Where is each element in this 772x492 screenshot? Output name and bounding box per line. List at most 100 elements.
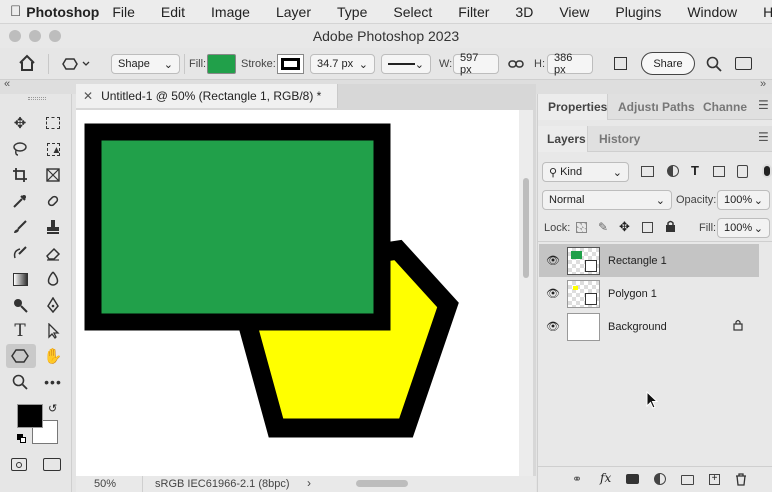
lock-pixels-icon[interactable]: ✎ [598,220,608,234]
visibility-eye-icon[interactable]: 👁 [539,254,567,267]
menu-3d[interactable]: 3D [515,4,533,20]
polygon-shape-tool-icon[interactable] [9,345,31,367]
pen-tool-icon[interactable] [42,294,64,316]
layer-row-polygon[interactable]: 👁 Polygon 1 [539,277,759,310]
apple-icon[interactable]:  [10,3,21,20]
menu-filter[interactable]: Filter [458,4,489,20]
default-colors-icon[interactable] [17,434,26,443]
swap-colors-icon[interactable]: ↺ [48,402,57,415]
visibility-eye-icon[interactable]: 👁 [539,287,567,300]
crop-tool-icon[interactable] [9,164,31,186]
stroke-width-field[interactable]: 34.7 px ⌄ [310,54,375,74]
menu-plugins[interactable]: Plugins [615,4,661,20]
link-icon[interactable] [508,57,524,74]
lock-transparency-icon[interactable] [576,222,587,233]
tab-channels[interactable]: Channe [703,100,747,114]
object-select-icon[interactable]: ▲ [42,138,64,160]
menu-edit[interactable]: Edit [161,4,185,20]
fill-swatch[interactable] [207,54,236,74]
menu-window[interactable]: Window [687,4,737,20]
grip-handle[interactable] [28,97,46,100]
adjustment-filter-icon[interactable] [667,165,679,177]
history-brush-icon[interactable] [9,242,31,264]
shape-filter-icon[interactable] [713,166,725,177]
brush-tool-icon[interactable] [9,216,31,238]
horizontal-scroll-thumb[interactable] [356,480,408,487]
type-tool-icon[interactable]: T [9,320,31,342]
lock-artboard-icon[interactable] [642,222,653,233]
menu-file[interactable]: File [112,4,135,20]
width-field[interactable]: 597 px [453,52,499,76]
new-layer-icon[interactable]: + [709,474,720,485]
healing-brush-icon[interactable] [42,190,64,212]
gradient-tool-icon[interactable] [9,268,31,290]
zoom-level[interactable]: 50% [94,478,116,490]
menu-layer[interactable]: Layer [276,4,311,20]
kind-filter-select[interactable]: ⚲ Kind ⌄ [542,162,629,182]
quick-mask-icon[interactable] [11,458,27,471]
menu-type[interactable]: Type [337,4,367,20]
visibility-eye-icon[interactable]: 👁 [539,320,567,333]
layer-row-background[interactable]: 👁 Background [539,310,759,343]
document-canvas[interactable] [76,110,519,476]
dodge-tool-icon[interactable] [9,294,31,316]
more-tools-icon[interactable]: ••• [42,371,64,393]
blur-tool-icon[interactable] [42,268,64,290]
lock-all-icon[interactable] [665,220,676,236]
menu-view[interactable]: View [559,4,589,20]
new-group-icon[interactable] [681,475,694,485]
collapse-left-icon[interactable]: « [4,78,10,90]
menu-help[interactable]: Help [763,4,772,20]
path-operations-icon[interactable] [614,57,627,70]
move-tool-icon[interactable]: ✥ [9,112,31,134]
tab-properties[interactable]: Properties [548,100,607,114]
adjustment-layer-icon[interactable] [654,473,666,485]
menu-image[interactable]: Image [211,4,250,20]
height-field[interactable]: 386 px [547,52,593,76]
image-filter-icon[interactable] [641,166,654,177]
collapse-right-icon[interactable]: » [760,78,766,90]
type-filter-icon[interactable]: T [691,163,699,178]
blend-mode-select[interactable]: Normal ⌄ [542,190,672,210]
tab-layers[interactable]: Layers [547,132,586,146]
home-icon[interactable] [18,54,36,75]
share-button[interactable]: Share [641,52,695,75]
polygon-tool-icon[interactable] [62,56,90,75]
close-tab-icon[interactable]: ✕ [83,89,93,103]
stroke-type-select[interactable]: ⌄ [381,54,431,74]
zoom-tool-icon[interactable] [9,371,31,393]
workspace-icon[interactable] [735,57,752,70]
screen-mode-icon[interactable] [43,458,61,471]
lasso-tool-icon[interactable] [9,138,31,160]
eraser-icon[interactable] [42,242,64,264]
panel-menu-icon[interactable]: ☰ [758,130,769,144]
tab-adjustments[interactable]: Adjustı [618,100,659,114]
delete-layer-icon[interactable] [735,473,747,489]
clone-stamp-icon[interactable] [42,216,64,238]
opacity-field[interactable]: 100% ⌄ [717,190,770,210]
tab-history[interactable]: History [599,132,640,146]
tab-paths[interactable]: Paths [662,100,695,114]
lock-position-icon[interactable]: ✥ [619,219,630,235]
hand-tool-icon[interactable]: ✋ [42,345,64,367]
mode-select[interactable]: Shape ⌄ [111,54,180,74]
layer-style-icon[interactable]: fx [600,471,611,485]
marquee-tool-icon[interactable] [42,112,64,134]
document-tab[interactable]: ✕ Untitled-1 @ 50% (Rectangle 1, RGB/8) … [76,84,338,108]
link-layers-icon[interactable]: ⚭ [572,472,582,486]
menu-select[interactable]: Select [393,4,432,20]
panel-menu-icon[interactable]: ☰ [758,98,769,112]
add-mask-icon[interactable] [626,474,639,484]
search-icon[interactable] [706,56,722,75]
layer-row-rectangle[interactable]: 👁 Rectangle 1 [539,244,759,277]
chevron-right-icon[interactable]: › [307,476,311,490]
eyedropper-icon[interactable] [9,190,31,212]
app-menu[interactable]: Photoshop [26,4,99,20]
path-selection-icon[interactable] [42,320,64,342]
stroke-swatch[interactable] [277,54,304,74]
fill-field[interactable]: 100% ⌄ [717,218,770,238]
frame-tool-icon[interactable] [42,164,64,186]
foreground-color-swatch[interactable] [17,404,43,428]
vertical-scroll-thumb[interactable] [523,178,529,278]
vertical-scrollbar[interactable] [519,110,533,476]
